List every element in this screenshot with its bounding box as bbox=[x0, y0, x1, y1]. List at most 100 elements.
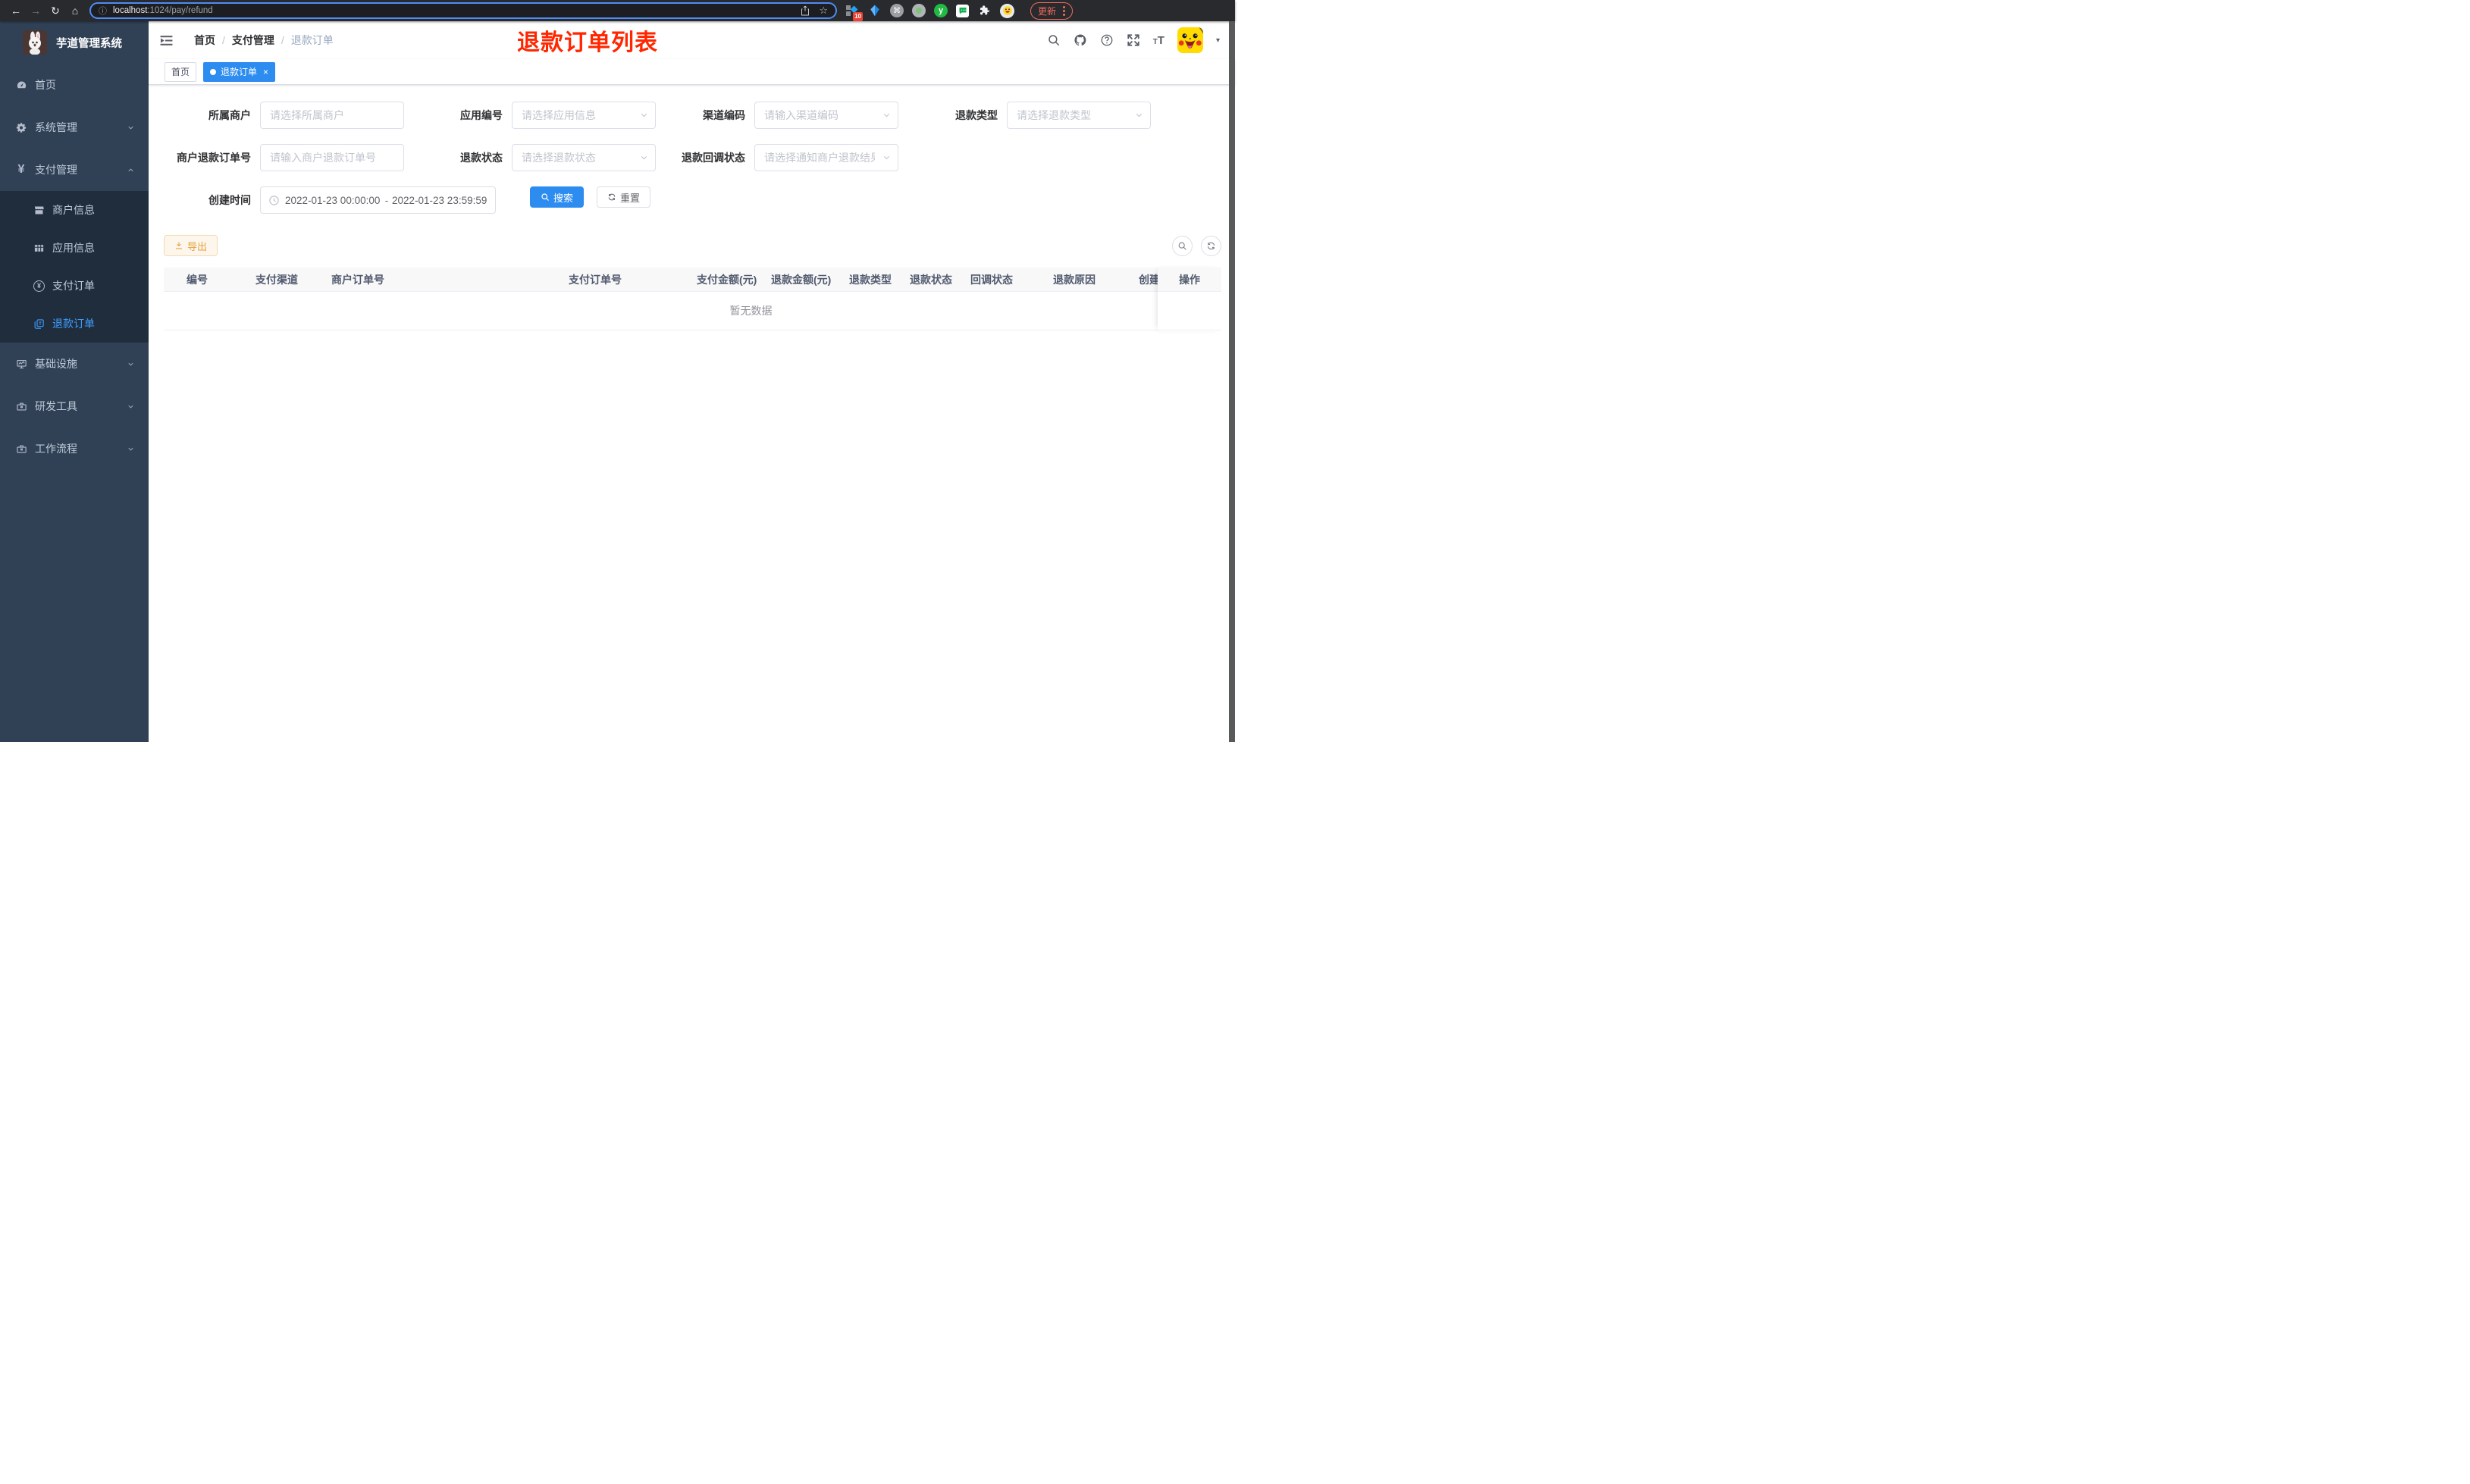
extensions-puzzle-icon[interactable] bbox=[977, 4, 992, 18]
bookmark-star-icon[interactable]: ☆ bbox=[819, 5, 828, 17]
date-end-value[interactable]: 2022-01-23 23:59:59 bbox=[392, 195, 488, 206]
tag-close-icon[interactable]: × bbox=[263, 67, 268, 77]
extension-y-icon[interactable]: y bbox=[934, 4, 948, 17]
browser-back-icon[interactable]: ← bbox=[6, 5, 26, 16]
filter-label: 退款回调状态 bbox=[682, 152, 745, 164]
merchant-input[interactable] bbox=[260, 102, 404, 129]
browser-forward-icon[interactable]: → bbox=[26, 5, 45, 16]
export-button[interactable]: 导出 bbox=[164, 235, 218, 256]
date-start-value[interactable]: 2022-01-23 00:00:00 bbox=[285, 195, 381, 206]
chevron-down-icon bbox=[127, 360, 135, 368]
merchant-refund-no-input[interactable] bbox=[260, 144, 404, 171]
notify-status-select[interactable] bbox=[754, 144, 898, 171]
reset-button[interactable]: 重置 bbox=[597, 186, 651, 208]
extension-chat-icon[interactable] bbox=[956, 4, 969, 17]
sidebar-item-pay[interactable]: ¥ 支付管理 bbox=[0, 149, 149, 191]
url-path: :1024/pay/refund bbox=[147, 6, 213, 15]
sidebar-menu: 首页 系统管理 ¥ 支付管理 商户信息 应用信息 ¥ 支付订单 退款订单 基础设… bbox=[0, 64, 149, 470]
chevron-up-icon bbox=[127, 166, 135, 174]
pay-submenu: 商户信息 应用信息 ¥ 支付订单 退款订单 bbox=[0, 191, 149, 343]
refresh-icon bbox=[1207, 242, 1215, 249]
notify-status-select-field[interactable] bbox=[755, 145, 898, 171]
user-avatar[interactable] bbox=[1177, 27, 1203, 53]
sidebar-item-label: 研发工具 bbox=[35, 400, 77, 412]
sidebar-item-label: 支付订单 bbox=[52, 280, 95, 292]
sidebar-item-pay-order[interactable]: ¥ 支付订单 bbox=[0, 267, 149, 305]
sidebar-item-home[interactable]: 首页 bbox=[0, 64, 149, 106]
sidebar-item-app-info[interactable]: 应用信息 bbox=[0, 229, 149, 267]
sidebar-item-refund-order[interactable]: 退款订单 bbox=[0, 305, 149, 343]
extension-command-icon[interactable]: ⌘ bbox=[890, 4, 904, 17]
help-icon[interactable] bbox=[1100, 33, 1114, 47]
tag-refund-order[interactable]: 退款订单 × bbox=[203, 61, 276, 82]
browser-update-button[interactable]: 更新 bbox=[1030, 2, 1074, 20]
refresh-table-button[interactable] bbox=[1201, 235, 1221, 256]
sidebar-item-merchant-info[interactable]: 商户信息 bbox=[0, 191, 149, 229]
filter-refund-status: 退款状态 bbox=[404, 144, 656, 171]
browser-home-icon[interactable]: ⌂ bbox=[65, 5, 85, 16]
extension-kite-icon[interactable] bbox=[867, 4, 882, 18]
extension-grid-icon[interactable]: 10 bbox=[845, 4, 863, 21]
app-title: 芋道管理系统 bbox=[56, 37, 122, 50]
sidebar-collapse-icon[interactable] bbox=[159, 33, 174, 48]
refund-status-select[interactable] bbox=[512, 144, 656, 171]
channel-select[interactable] bbox=[754, 102, 898, 129]
sidebar-item-workflow[interactable]: 工作流程 bbox=[0, 427, 149, 470]
column-header: 编号 bbox=[187, 273, 208, 286]
search-button[interactable]: 搜索 bbox=[530, 186, 585, 208]
extension-badge: 10 bbox=[853, 11, 863, 21]
address-bar[interactable]: ⓘ localhost :1024/pay/refund ☆ bbox=[89, 2, 837, 19]
column-header: 支付渠道 bbox=[255, 273, 298, 286]
filter-app: 应用编号 bbox=[404, 102, 656, 129]
search-icon[interactable] bbox=[1047, 33, 1061, 47]
app-select[interactable] bbox=[512, 102, 656, 129]
channel-select-field[interactable] bbox=[755, 102, 898, 128]
export-button-label: 导出 bbox=[187, 240, 208, 252]
briefcase-icon bbox=[15, 443, 27, 455]
sidebar-item-label: 基础设施 bbox=[35, 358, 77, 370]
sidebar-item-infra[interactable]: 基础设施 bbox=[0, 343, 149, 385]
page-scrollbar[interactable] bbox=[1229, 21, 1235, 742]
font-size-icon[interactable]: TT bbox=[1153, 34, 1164, 47]
filter-label: 退款状态 bbox=[460, 152, 503, 164]
merchant-input-field[interactable] bbox=[261, 102, 403, 128]
breadcrumb-home[interactable]: 首页 bbox=[194, 33, 215, 48]
column-header: 操作 bbox=[1158, 268, 1221, 292]
tags-view-bar: 首页 退款订单 × bbox=[149, 59, 1235, 85]
sidebar-item-system[interactable]: 系统管理 bbox=[0, 106, 149, 149]
app-logo[interactable]: 芋道管理系统 bbox=[0, 21, 149, 64]
fullscreen-icon[interactable] bbox=[1127, 33, 1140, 47]
refund-type-select-field[interactable] bbox=[1008, 102, 1150, 128]
column-header: 退款原因 bbox=[1053, 273, 1096, 286]
sidebar-item-devtools[interactable]: 研发工具 bbox=[0, 385, 149, 427]
share-icon[interactable] bbox=[801, 5, 810, 16]
sidebar: 芋道管理系统 首页 系统管理 ¥ 支付管理 商户信息 应用信息 ¥ 支付订单 退… bbox=[0, 21, 149, 742]
browser-reload-icon[interactable]: ↻ bbox=[45, 5, 65, 16]
column-header: 退款金额(元) bbox=[771, 273, 832, 286]
site-info-icon[interactable]: ⓘ bbox=[99, 5, 107, 17]
filter-merchant-refund-no: 商户退款订单号 bbox=[164, 144, 404, 171]
github-icon[interactable] bbox=[1074, 33, 1087, 47]
toggle-search-button[interactable] bbox=[1172, 235, 1193, 256]
extensions-row: 10 ⌘ y 更新 bbox=[845, 2, 1074, 21]
browser-menu-icon[interactable] bbox=[1063, 5, 1066, 16]
top-navbar: 首页 / 支付管理 / 退款订单 退款订单列表 TT ▾ bbox=[149, 21, 1235, 59]
refresh-icon bbox=[608, 193, 616, 201]
refund-status-select-field[interactable] bbox=[512, 145, 655, 171]
merchant-refund-no-field[interactable] bbox=[261, 145, 403, 171]
search-icon bbox=[541, 193, 549, 201]
avatar-caret-icon[interactable]: ▾ bbox=[1216, 36, 1220, 45]
filter-label: 创建时间 bbox=[208, 194, 251, 206]
profile-emoji-icon[interactable] bbox=[1000, 3, 1014, 18]
app-select-field[interactable] bbox=[512, 102, 655, 128]
date-range-picker[interactable]: 2022-01-23 00:00:00 - 2022-01-23 23:59:5… bbox=[260, 186, 496, 214]
shop-icon bbox=[33, 205, 45, 216]
breadcrumb-section[interactable]: 支付管理 bbox=[232, 33, 274, 48]
search-icon bbox=[1178, 242, 1186, 250]
refund-type-select[interactable] bbox=[1007, 102, 1151, 129]
extension-recorder-icon[interactable] bbox=[912, 4, 926, 17]
filter-merchant: 所属商户 bbox=[164, 102, 404, 129]
tag-home[interactable]: 首页 bbox=[165, 61, 197, 82]
navbar-actions: TT ▾ bbox=[1047, 27, 1220, 53]
page-content: 所属商户 应用编号 渠道编码 bbox=[149, 85, 1235, 742]
